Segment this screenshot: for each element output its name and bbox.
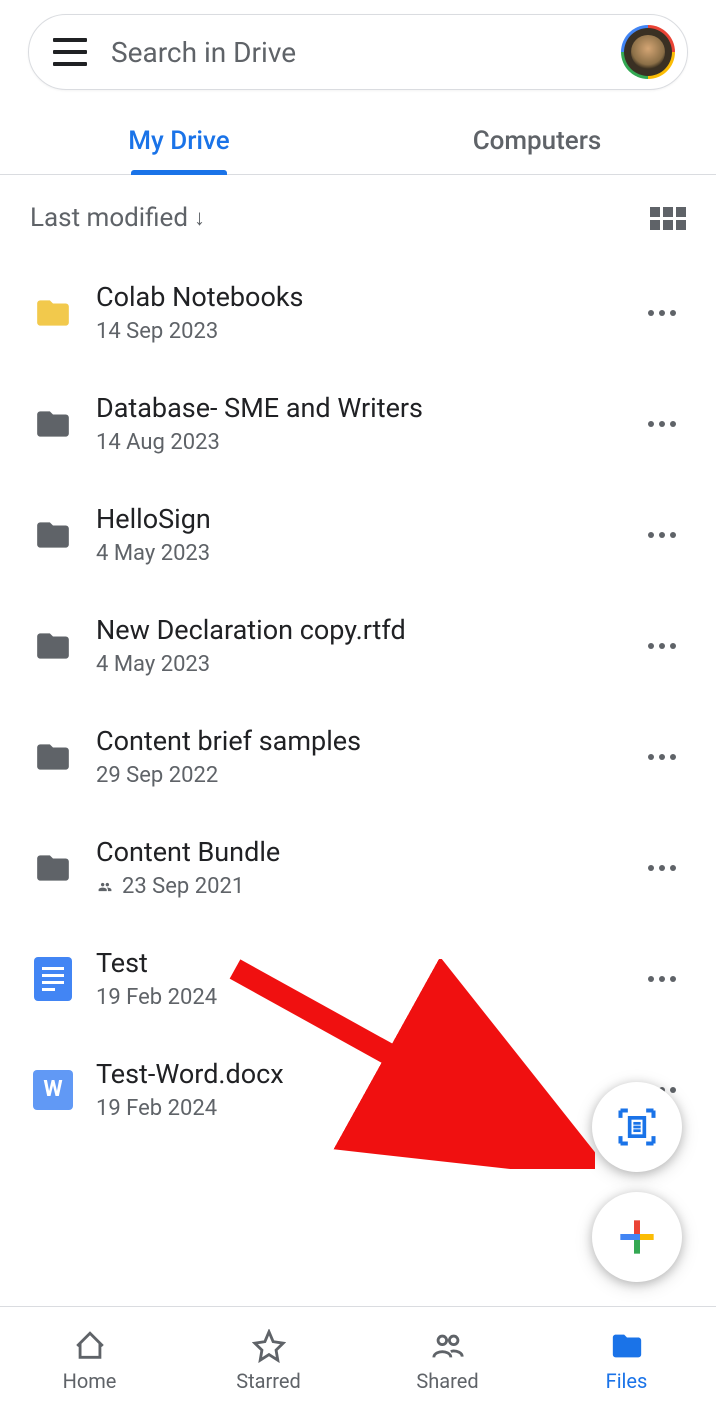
- file-name: Content brief samples: [96, 725, 618, 757]
- word-icon: W: [30, 1067, 76, 1113]
- more-icon[interactable]: [638, 522, 686, 548]
- file-date: 14 Aug 2023: [96, 430, 618, 455]
- file-details: HelloSign 4 May 2023: [96, 503, 618, 566]
- star-icon: [252, 1329, 286, 1363]
- nav-label: Shared: [416, 1369, 478, 1393]
- file-name: Database- SME and Writers: [96, 392, 618, 424]
- bottom-nav: Home Starred Shared Files: [0, 1306, 716, 1414]
- more-icon[interactable]: [638, 744, 686, 770]
- file-item[interactable]: Database- SME and Writers 14 Aug 2023: [20, 368, 696, 479]
- file-name: New Declaration copy.rtfd: [96, 614, 618, 646]
- file-details: Test-Word.docx 19 Feb 2024: [96, 1058, 618, 1121]
- more-icon[interactable]: [638, 411, 686, 437]
- file-name: Test: [96, 947, 618, 979]
- account-avatar[interactable]: [621, 25, 675, 79]
- file-date: 29 Sep 2022: [96, 763, 618, 788]
- file-date: 19 Feb 2024: [96, 1096, 618, 1121]
- folder-icon: [30, 734, 76, 780]
- folder-icon: [30, 290, 76, 336]
- nav-label: Files: [606, 1369, 648, 1393]
- more-icon[interactable]: [638, 300, 686, 326]
- nav-home[interactable]: Home: [0, 1307, 179, 1414]
- file-item[interactable]: New Declaration copy.rtfd 4 May 2023: [20, 590, 696, 701]
- file-item[interactable]: Content brief samples 29 Sep 2022: [20, 701, 696, 812]
- file-details: Colab Notebooks 14 Sep 2023: [96, 281, 618, 344]
- folder-icon: [30, 623, 76, 669]
- plus-icon: [617, 1217, 657, 1257]
- search-bar[interactable]: [28, 14, 688, 90]
- nav-label: Home: [63, 1369, 117, 1393]
- file-item[interactable]: Test 19 Feb 2024: [20, 923, 696, 1034]
- nav-starred[interactable]: Starred: [179, 1307, 358, 1414]
- search-input[interactable]: [111, 36, 621, 69]
- folder-icon: [30, 512, 76, 558]
- nav-shared[interactable]: Shared: [358, 1307, 537, 1414]
- file-name: Test-Word.docx: [96, 1058, 618, 1090]
- grid-view-icon[interactable]: [650, 207, 686, 230]
- file-date: 14 Sep 2023: [96, 319, 618, 344]
- file-list: Colab Notebooks 14 Sep 2023 Database- SM…: [0, 257, 716, 1145]
- file-details: Test 19 Feb 2024: [96, 947, 618, 1010]
- file-name: Content Bundle: [96, 836, 618, 868]
- folder-icon: [30, 401, 76, 447]
- folder-icon: [610, 1329, 644, 1363]
- scan-document-icon: [615, 1105, 659, 1149]
- file-details: Content Bundle 23 Sep 2021: [96, 836, 618, 899]
- file-details: New Declaration copy.rtfd 4 May 2023: [96, 614, 618, 677]
- nav-label: Starred: [236, 1369, 301, 1393]
- shared-icon: [96, 880, 114, 894]
- more-icon[interactable]: [638, 633, 686, 659]
- home-icon: [73, 1329, 107, 1363]
- file-name: HelloSign: [96, 503, 618, 535]
- docs-icon: [30, 956, 76, 1002]
- sort-bar: Last modified ↓: [0, 175, 716, 257]
- sort-button[interactable]: Last modified ↓: [30, 203, 205, 233]
- tab-my-drive[interactable]: My Drive: [0, 110, 358, 174]
- file-date: 19 Feb 2024: [96, 985, 618, 1010]
- tab-computers[interactable]: Computers: [358, 110, 716, 174]
- people-icon: [431, 1329, 465, 1363]
- file-item[interactable]: Colab Notebooks 14 Sep 2023: [20, 257, 696, 368]
- file-item[interactable]: HelloSign 4 May 2023: [20, 479, 696, 590]
- add-fab[interactable]: [592, 1192, 682, 1282]
- file-details: Content brief samples 29 Sep 2022: [96, 725, 618, 788]
- drive-tabs: My Drive Computers: [0, 110, 716, 175]
- folder-icon: [30, 845, 76, 891]
- file-date: 23 Sep 2021: [96, 874, 618, 899]
- file-date: 4 May 2023: [96, 541, 618, 566]
- scan-fab[interactable]: [592, 1082, 682, 1172]
- sort-label-text: Last modified: [30, 203, 188, 233]
- nav-files[interactable]: Files: [537, 1307, 716, 1414]
- file-details: Database- SME and Writers 14 Aug 2023: [96, 392, 618, 455]
- more-icon[interactable]: [638, 855, 686, 881]
- arrow-down-icon: ↓: [194, 205, 205, 231]
- file-name: Colab Notebooks: [96, 281, 618, 313]
- hamburger-menu-icon[interactable]: [53, 38, 87, 66]
- file-date: 4 May 2023: [96, 652, 618, 677]
- file-item[interactable]: Content Bundle 23 Sep 2021: [20, 812, 696, 923]
- more-icon[interactable]: [638, 966, 686, 992]
